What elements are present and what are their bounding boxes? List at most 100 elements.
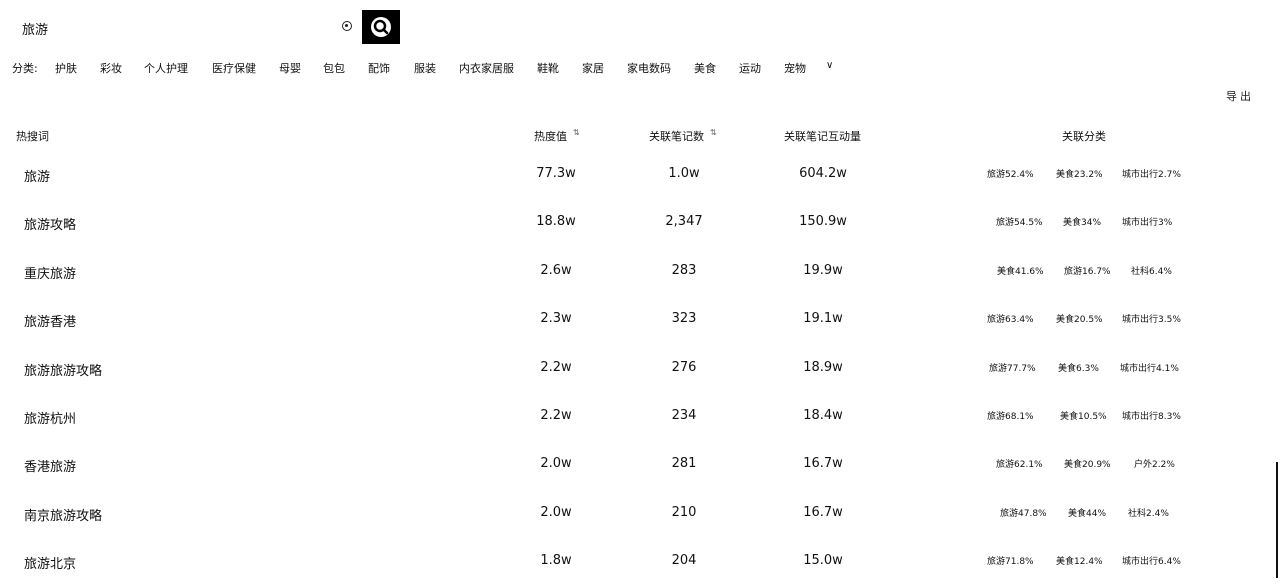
search-bar (10, 10, 400, 44)
category-item[interactable]: 家电数码 (627, 60, 671, 76)
category-item[interactable]: 配饰 (368, 60, 390, 76)
keyword-cell[interactable]: 旅游北京 (24, 553, 76, 572)
category-tag: 城市出行4.1% (1120, 363, 1179, 374)
search-input-wrap (10, 10, 362, 44)
interact-cell: 18.4w (803, 407, 843, 423)
interact-cell: 16.7w (803, 504, 843, 520)
header-notes-label: 关联笔记数 (649, 130, 704, 143)
category-tag: 户外2.2% (1134, 460, 1175, 471)
chevron-down-icon[interactable]: ∨ (826, 60, 833, 71)
keyword-cell[interactable]: 香港旅游 (24, 456, 76, 475)
search-input[interactable] (20, 16, 344, 40)
table-row[interactable]: 旅游攻略 18.8w 2,347 150.9w 旅游54.5% 美食34% 城市… (0, 198, 1280, 246)
category-item[interactable]: 服装 (414, 60, 436, 76)
category-item[interactable]: 运动 (739, 60, 761, 76)
category-tag: 旅游47.8% (1000, 508, 1047, 519)
category-tag: 美食10.5% (1060, 411, 1107, 422)
table-row[interactable]: 南京旅游攻略 2.0w 210 16.7w 旅游47.8% 美食44% 社科2.… (0, 489, 1280, 537)
category-tag: 美食44% (1068, 508, 1107, 519)
heat-cell: 77.3w (536, 166, 576, 181)
category-item[interactable]: 鞋靴 (537, 60, 559, 76)
category-tag: 城市出行6.4% (1122, 557, 1181, 568)
sort-icon[interactable]: ⇅ (573, 128, 580, 137)
category-item[interactable]: 护肤 (55, 60, 77, 76)
category-tag: 社科6.4% (1131, 266, 1172, 277)
category-item[interactable]: 美食 (694, 60, 716, 76)
keyword-cell[interactable]: 重庆旅游 (24, 263, 76, 282)
category-item[interactable]: 个人护理 (144, 60, 188, 76)
keyword-cell[interactable]: 南京旅游攻略 (24, 505, 102, 524)
table-row[interactable]: 旅游杭州 2.2w 234 18.4w 旅游68.1% 美食10.5% 城市出行… (0, 392, 1280, 440)
heat-cell: 2.2w (540, 407, 572, 423)
heat-cell: 18.8w (536, 214, 576, 230)
notes-cell: 276 (671, 359, 697, 375)
category-tag: 城市出行3.5% (1122, 315, 1181, 326)
category-tag: 城市出行3% (1122, 218, 1173, 229)
category-tag: 旅游52.4% (987, 170, 1034, 180)
keyword-cell[interactable]: 旅游 (24, 166, 50, 185)
interact-cell: 604.2w (799, 166, 847, 181)
export-button[interactable]: 导出 (1226, 88, 1254, 104)
interact-cell: 18.9w (803, 359, 843, 375)
scrollbar-thumb[interactable] (1276, 462, 1278, 578)
category-item[interactable]: 医疗保健 (212, 60, 256, 76)
category-tag: 旅游16.7% (1064, 266, 1111, 277)
category-item[interactable]: 母婴 (279, 60, 301, 76)
table-header: 热搜词 热度值 ⇅ 关联笔记数 ⇅ 关联笔记互动量 关联分类 (0, 128, 1280, 144)
keyword-cell[interactable]: 旅游香港 (24, 311, 76, 330)
interact-cell: 19.1w (803, 311, 843, 327)
keyword-cell[interactable]: 旅游杭州 (24, 408, 76, 427)
category-item[interactable]: 彩妆 (100, 60, 122, 76)
heat-cell: 2.3w (540, 311, 572, 327)
header-notes[interactable]: 关联笔记数 ⇅ (649, 128, 717, 144)
heat-cell: 2.2w (540, 359, 572, 375)
category-tag: 美食23.2% (1056, 170, 1103, 180)
table-row[interactable]: 旅游香港 2.3w 323 19.1w 旅游63.4% 美食20.5% 城市出行… (0, 295, 1280, 343)
category-tag: 美食20.5% (1056, 315, 1103, 326)
search-icon (371, 17, 391, 37)
category-tag: 旅游71.8% (987, 557, 1034, 568)
header-heat-label: 热度值 (534, 130, 567, 143)
category-tag: 城市出行8.3% (1122, 411, 1181, 422)
header-heat[interactable]: 热度值 ⇅ (534, 128, 580, 144)
category-item[interactable]: 家居 (582, 60, 604, 76)
category-tag: 旅游54.5% (996, 218, 1043, 229)
keyword-cell[interactable]: 旅游攻略 (24, 214, 76, 233)
interact-cell: 150.9w (799, 214, 847, 230)
category-label: 分类: (12, 62, 38, 75)
notes-cell: 281 (671, 456, 697, 472)
category-tag: 美食20.9% (1064, 460, 1111, 471)
category-tag: 城市出行2.7% (1122, 170, 1181, 180)
table-body: 旅游 77.3w 1.0w 604.2w 旅游52.4% 美食23.2% 城市出… (0, 150, 1280, 586)
notes-cell: 2,347 (665, 214, 703, 230)
notes-cell: 1.0w (668, 166, 700, 181)
clear-icon[interactable] (342, 21, 352, 31)
notes-cell: 210 (671, 504, 697, 520)
heat-cell: 2.0w (540, 456, 572, 472)
category-tag: 美食12.4% (1056, 557, 1103, 568)
category-tag: 美食6.3% (1058, 363, 1099, 374)
category-tag: 社科2.4% (1128, 508, 1169, 519)
keyword-cell[interactable]: 旅游旅游攻略 (24, 360, 102, 379)
table-row[interactable]: 旅游 77.3w 1.0w 604.2w 旅游52.4% 美食23.2% 城市出… (0, 150, 1280, 198)
category-tag: 美食41.6% (997, 266, 1044, 277)
header-category: 关联分类 (1062, 130, 1106, 143)
search-button[interactable] (362, 10, 400, 44)
interact-cell: 15.0w (803, 553, 843, 569)
category-tag: 旅游77.7% (989, 363, 1036, 374)
table-row[interactable]: 旅游北京 1.8w 204 15.0w 旅游71.8% 美食12.4% 城市出行… (0, 537, 1280, 585)
notes-cell: 234 (671, 407, 697, 423)
category-item[interactable]: 内衣家居服 (459, 60, 514, 76)
interact-cell: 16.7w (803, 456, 843, 472)
table-row[interactable]: 香港旅游 2.0w 281 16.7w 旅游62.1% 美食20.9% 户外2.… (0, 440, 1280, 488)
notes-cell: 283 (671, 262, 697, 278)
heat-cell: 1.8w (540, 553, 572, 569)
interact-cell: 19.9w (803, 262, 843, 278)
sort-icon[interactable]: ⇅ (710, 128, 717, 137)
category-tag: 旅游63.4% (987, 315, 1034, 326)
table-row[interactable]: 重庆旅游 2.6w 283 19.9w 美食41.6% 旅游16.7% 社科6.… (0, 247, 1280, 295)
table-row[interactable]: 旅游旅游攻略 2.2w 276 18.9w 旅游77.7% 美食6.3% 城市出… (0, 344, 1280, 392)
category-item[interactable]: 宠物 (784, 60, 806, 76)
notes-cell: 204 (671, 553, 697, 569)
category-item[interactable]: 包包 (323, 60, 345, 76)
